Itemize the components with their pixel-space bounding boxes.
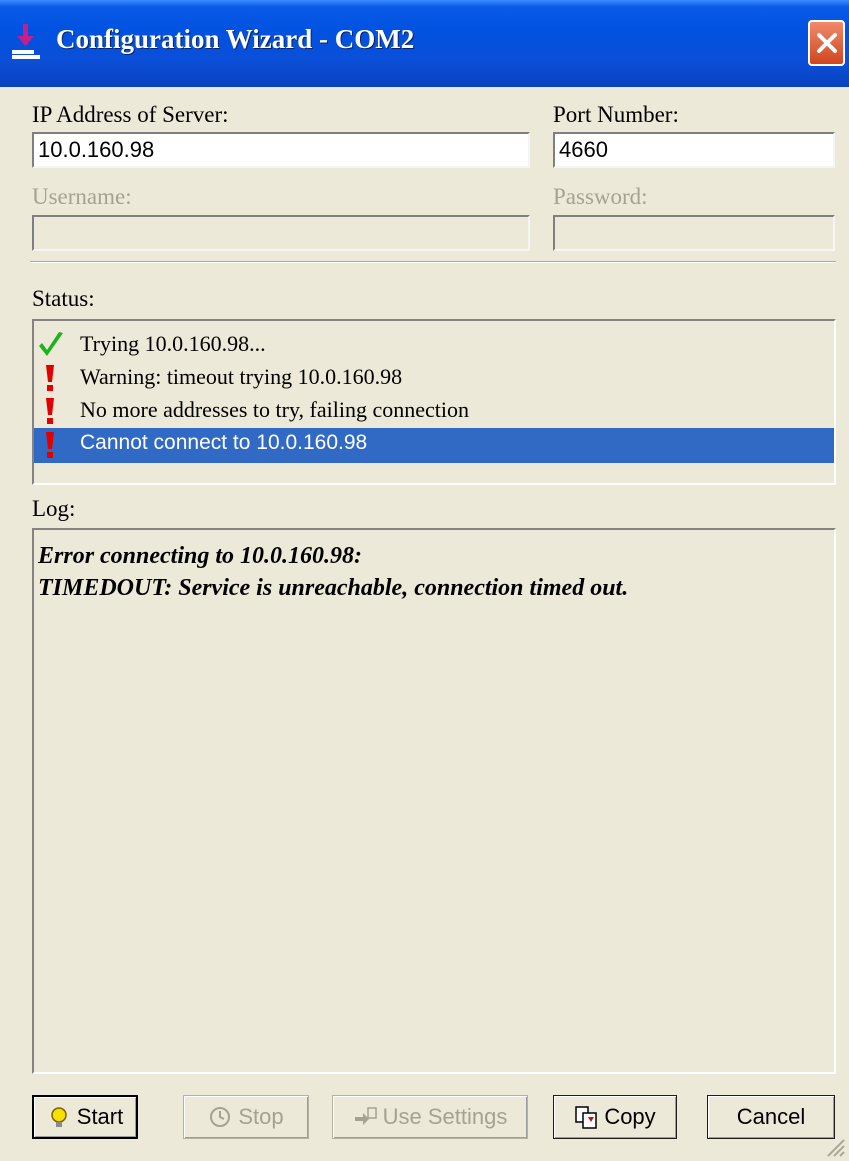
exclamation-icon (46, 365, 54, 391)
copy-button[interactable]: Copy (553, 1095, 677, 1139)
status-item-text: Cannot connect to 10.0.160.98 (80, 431, 368, 454)
log-textarea[interactable]: Error connecting to 10.0.160.98: TIMEDOU… (32, 528, 836, 1074)
status-item[interactable]: Trying 10.0.160.98... (34, 328, 834, 363)
status-item[interactable]: Warning: timeout trying 10.0.160.98 (34, 361, 834, 396)
start-button[interactable]: Start (32, 1095, 138, 1139)
status-label: Status: (32, 286, 95, 311)
port-number-label: Port Number: (553, 102, 679, 127)
status-item-text: Warning: timeout trying 10.0.160.98 (80, 364, 403, 389)
username-label: Username: (32, 184, 132, 209)
lightbulb-icon (51, 1107, 67, 1127)
use-settings-button-label: Use Settings (382, 1104, 508, 1129)
password-input (553, 215, 835, 251)
status-item-selected[interactable]: Cannot connect to 10.0.160.98 (34, 428, 834, 463)
apply-settings-icon (354, 1107, 377, 1125)
app-icon (12, 24, 40, 59)
checkmark-icon (39, 332, 63, 356)
use-settings-button: Use Settings (332, 1095, 528, 1139)
username-input (32, 215, 530, 251)
stop-button-label: Stop (238, 1104, 284, 1129)
cancel-button[interactable]: Cancel (707, 1095, 835, 1139)
stop-icon (210, 1107, 231, 1127)
exclamation-icon (46, 398, 54, 424)
start-button-label: Start (76, 1104, 124, 1129)
window-title: Configuration Wizard - COM2 (56, 24, 415, 54)
cancel-button-label: Cancel (736, 1104, 806, 1129)
status-list[interactable]: Trying 10.0.160.98... Warning: timeout t… (32, 319, 836, 485)
copy-button-label: Copy (604, 1104, 656, 1129)
ip-address-input[interactable]: 10.0.160.98 (32, 132, 530, 168)
copy-icon (575, 1106, 598, 1129)
password-label: Password: (553, 184, 648, 209)
stop-button: Stop (183, 1095, 309, 1139)
exclamation-icon (46, 432, 54, 458)
title-bar[interactable]: Configuration Wizard - COM2 (0, 0, 849, 87)
separator (30, 261, 836, 263)
status-item-text: Trying 10.0.160.98... (80, 331, 266, 356)
port-number-input[interactable]: 4660 (553, 132, 835, 168)
log-line: Error connecting to 10.0.160.98: (38, 543, 363, 569)
log-label: Log: (32, 496, 76, 521)
status-item[interactable]: No more addresses to try, failing connec… (34, 394, 834, 429)
close-icon (817, 33, 837, 53)
close-button[interactable] (808, 20, 845, 66)
resize-grip-icon[interactable] (822, 1134, 846, 1158)
log-line: TIMEDOUT: Service is unreachable, connec… (38, 575, 629, 601)
ip-address-label: IP Address of Server: (32, 102, 229, 127)
status-item-text: No more addresses to try, failing connec… (80, 397, 469, 422)
